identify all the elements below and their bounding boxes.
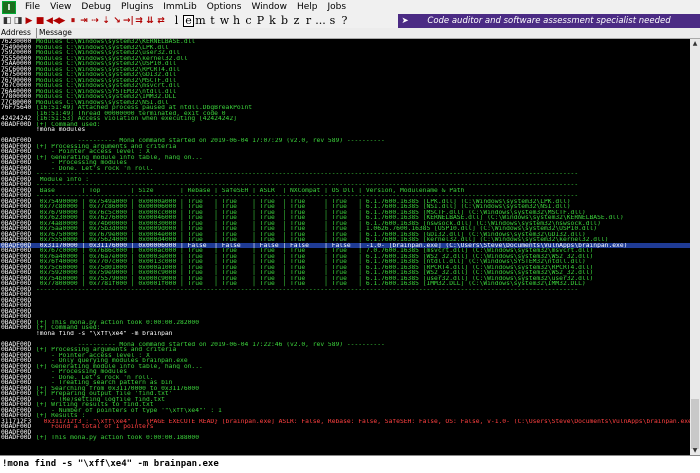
log-message: [+] This mona.py action took 0:00:00.188… (36, 435, 200, 441)
toolbar-control-icon[interactable]: ⇉ (134, 15, 144, 27)
toolbar-control-icon[interactable]: ⇥ (79, 15, 89, 27)
toolbar-window-button[interactable]: s (327, 15, 338, 27)
toolbar-control-icon[interactable]: ⇣ (101, 15, 111, 27)
toolbar-window-button[interactable]: c (243, 15, 254, 27)
toolbar-control-icon[interactable]: ▶ (57, 15, 67, 27)
toolbar-control-icon[interactable]: ⇄ (156, 15, 166, 27)
command-bar (0, 455, 700, 473)
log-address: 0BADF00D (1, 434, 32, 441)
toolbar-window-button[interactable]: P (255, 15, 266, 27)
menu-immlib[interactable]: ImmLib (158, 2, 201, 12)
menu-window[interactable]: Window (246, 2, 292, 12)
toolbar-window-button[interactable]: w (219, 15, 230, 27)
arrow-icon: ➤ (401, 16, 409, 26)
toolbar-control-icon[interactable]: ▶ (24, 15, 34, 27)
scroll-up-icon[interactable]: ▲ (690, 39, 700, 48)
toolbar-window-button[interactable]: t (207, 15, 218, 27)
toolbar-control-icon[interactable]: ⇢ (90, 15, 100, 27)
banner-text: Code auditor and software assessment spe… (427, 16, 671, 26)
toolbar-window-button[interactable]: e (183, 15, 194, 27)
command-input[interactable] (2, 457, 692, 471)
menu-file[interactable]: File (20, 2, 45, 12)
toolbar-window-button[interactable]: r (303, 15, 314, 27)
toolbar-window-button[interactable]: h (231, 15, 242, 27)
menu-view[interactable]: View (45, 2, 76, 12)
menu-options[interactable]: Options (202, 2, 247, 12)
log-window[interactable]: 76230000 Modules C:\Windows\system32\KERN… (0, 39, 690, 455)
toolbar-control-icon[interactable]: ↘ (112, 15, 122, 27)
menu-debug[interactable]: Debug (76, 2, 116, 12)
vertical-scrollbar[interactable]: ▲ ▼ (690, 39, 700, 455)
banner[interactable]: ➤ Code auditor and software assessment s… (398, 14, 700, 28)
menu-jobs[interactable]: Jobs (322, 2, 351, 12)
log-row[interactable]: 0BADF00D [+] This mona.py action took 0:0… (0, 435, 690, 441)
message-column-header[interactable]: Message (36, 28, 72, 38)
toolbar-control-icon[interactable]: ◧ (2, 15, 12, 27)
toolbar-window-button[interactable]: k (267, 15, 278, 27)
toolbar-window-button[interactable]: m (195, 15, 206, 27)
scroll-thumb[interactable] (691, 399, 699, 449)
column-header: Address Message (0, 28, 700, 39)
menu-help[interactable]: Help (292, 2, 323, 12)
address-column-header[interactable]: Address (1, 28, 31, 38)
toolbar-window-button[interactable]: b (279, 15, 290, 27)
toolbar-control-icon[interactable]: ■ (35, 15, 45, 27)
toolbar-window-button[interactable]: l (171, 15, 182, 27)
app-icon: I (2, 0, 16, 14)
toolbar-control-icon[interactable]: →| (123, 15, 134, 27)
menu-plugins[interactable]: Plugins (116, 2, 158, 12)
menu-bar: I File View Debug Plugins ImmLib Options… (0, 0, 700, 14)
toolbar-window-button[interactable]: ? (339, 15, 350, 27)
toolbar-window-button[interactable]: ... (315, 15, 326, 27)
toolbar-window-button[interactable]: z (291, 15, 302, 27)
scroll-down-icon[interactable]: ▼ (690, 446, 700, 455)
toolbar-control-icon[interactable]: ◨ (13, 15, 23, 27)
toolbar-control-icon[interactable]: ⏸ (68, 15, 78, 27)
toolbar-control-icon[interactable]: ⇊ (145, 15, 155, 27)
toolbar-control-icon[interactable]: ◀◀ (46, 15, 60, 27)
